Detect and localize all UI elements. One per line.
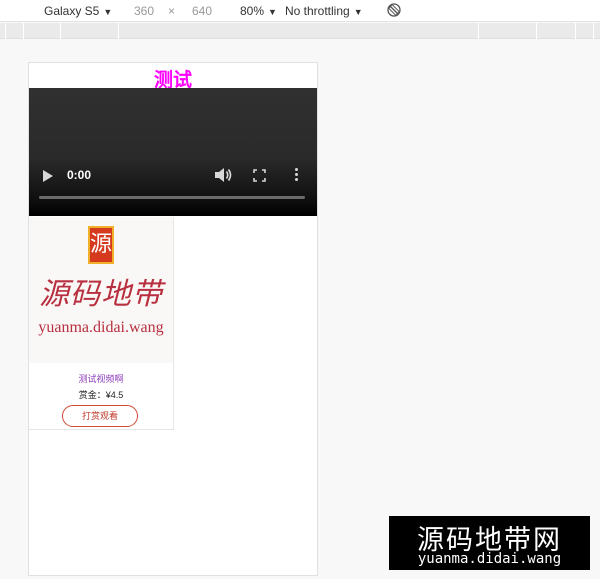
video-time: 0:00 (67, 168, 92, 182)
logo-seal: 源 (88, 226, 114, 264)
ruler-segment (5, 23, 6, 39)
chevron-down-icon: ▼ (268, 7, 277, 17)
chevron-down-icon: ▼ (353, 7, 363, 17)
ruler-segment (593, 23, 594, 39)
fullscreen-icon[interactable] (253, 169, 266, 182)
card-title[interactable]: 测试视频啊 (29, 372, 173, 385)
ruler-segment (23, 23, 24, 39)
device-viewport: 测试 0:00 源 源码地带 yuanma.didai.wang 测试视频啊 赏… (28, 62, 318, 576)
rotate-button[interactable] (386, 2, 402, 18)
device-select[interactable]: Galaxy S5 ▼ (44, 3, 112, 19)
ruler-segment (575, 23, 576, 39)
logo-cn-text: 源码地带 (39, 277, 163, 312)
watermark-en: yuanma.didai.wang (417, 551, 562, 567)
video-progress-bar[interactable] (39, 196, 305, 199)
zoom-select[interactable]: 80% ▼ (240, 3, 277, 19)
ruler-segment (536, 23, 537, 39)
chevron-down-icon: ▼ (103, 7, 113, 17)
ruler-segment (118, 23, 119, 39)
width-input[interactable]: 360 (134, 3, 154, 19)
play-icon[interactable] (43, 170, 53, 182)
logo-seal-char: 源 (90, 232, 113, 257)
ruler-segment (478, 23, 479, 39)
card-thumbnail[interactable]: 源 源码地带 yuanma.didai.wang (29, 217, 173, 363)
card-price: 赏金：¥4.5 (78, 390, 124, 400)
rotate-icon (387, 3, 401, 17)
logo-en-text: yuanma.didai.wang (38, 319, 164, 336)
video-card[interactable]: 源 源码地带 yuanma.didai.wang 测试视频啊 赏金：¥4.5 打… (29, 217, 174, 430)
throttling-value: No throttling (285, 4, 350, 18)
zoom-value: 80% (240, 4, 265, 18)
device-toolbar: Galaxy S5 ▼ 360 × 640 80% ▼ No throttling ▼ (0, 0, 600, 22)
throttling-select[interactable]: No throttling ▼ (285, 3, 363, 19)
volume-icon[interactable] (213, 166, 233, 184)
device-name: Galaxy S5 (44, 4, 100, 18)
ruler-segment (60, 23, 61, 39)
video-player[interactable]: 0:00 (29, 88, 317, 216)
times-icon: × (168, 4, 176, 18)
more-options-icon[interactable] (295, 168, 299, 184)
height-input[interactable]: 640 (192, 3, 212, 19)
watermark: 源码地带网 yuanma.didai.wang (389, 516, 590, 570)
media-query-bar[interactable] (0, 23, 600, 39)
reward-watch-button[interactable]: 打赏观看 (62, 405, 138, 427)
